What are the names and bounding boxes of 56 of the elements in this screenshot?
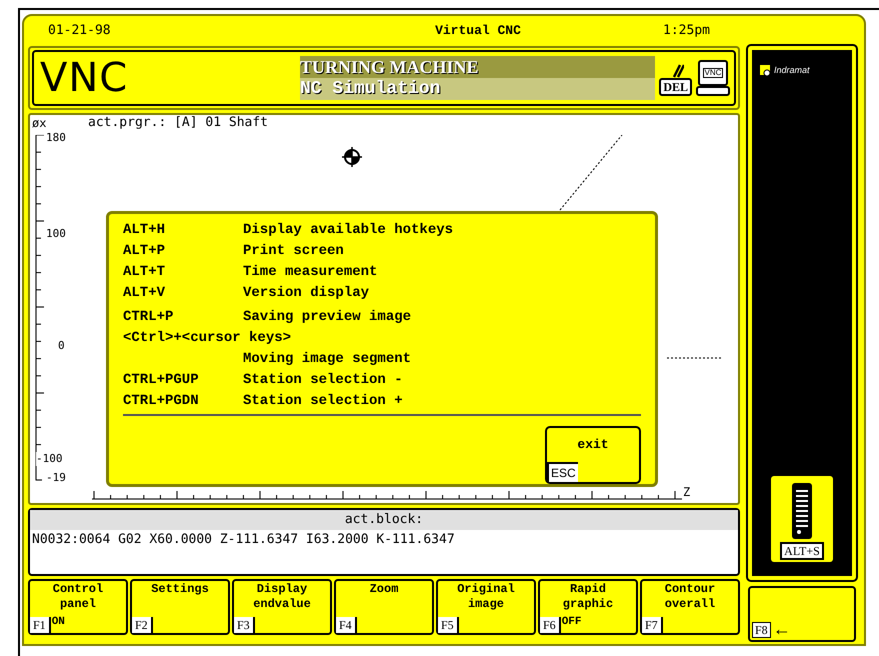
hotkey-text: CTRL+PGUP [123, 371, 200, 390]
hotkey-description: Station selection - [243, 371, 403, 390]
hotkey-text: CTRL+P [123, 308, 174, 327]
hotkey-text: ALT+P [123, 242, 166, 261]
hotkey-text: CTRL+PGDN [123, 392, 200, 411]
hotkey-description: Station selection + [243, 392, 403, 411]
function-key-button[interactable]: Zoom F4 [334, 579, 434, 635]
function-key-label: F2 [132, 617, 153, 633]
axis-label: øx [32, 115, 46, 131]
crosshair-target-icon [342, 147, 362, 167]
app-logo-text: VNC [40, 58, 130, 98]
remote-control-icon [791, 482, 813, 540]
esc-key-label: ESC [547, 462, 578, 482]
program-text: act.prgr.: [A] 01 Shaft [88, 115, 268, 131]
function-key-button[interactable]: Control panel F1 ON [28, 579, 128, 635]
monitor-label: VNC [702, 68, 724, 78]
hotkey-description: Time measurement [243, 263, 378, 282]
hotkey-description: Print screen [243, 242, 344, 261]
hotkey-text: ALT+T [123, 263, 166, 282]
function-key-label: F3 [234, 617, 255, 633]
left-arrow-icon: ← [772, 620, 791, 638]
function-key-label: F5 [438, 617, 459, 633]
window-title: Virtual CNC [434, 22, 522, 40]
f8-back-button[interactable]: F8 ← [748, 586, 856, 642]
block-title: act.block: [30, 510, 738, 530]
hotkey-description: Display available hotkeys [243, 221, 454, 240]
function-key-button[interactable]: Original image F5 [436, 579, 536, 635]
function-key-label: F6 [540, 617, 561, 633]
state-text: OFF [562, 617, 582, 628]
function-key-label: F4 [336, 617, 357, 633]
function-key-label: F7 [642, 617, 663, 633]
axis-tick-label: -100 [36, 452, 62, 466]
delete-key-button[interactable]: DEL [659, 78, 692, 96]
machine-type-text: TURNING MACHINE [300, 56, 655, 78]
date-text: 01-21-98 [48, 22, 112, 40]
function-key-button[interactable]: Settings F2 [130, 579, 230, 635]
alt-s-button[interactable]: ALT+S [780, 542, 824, 560]
function-key-button[interactable]: Rapid graphic F6 OFF [538, 579, 638, 635]
hotkey-text: ALT+H [123, 221, 166, 240]
hotkey-description: Moving image segment [243, 350, 412, 369]
hotkey-description: Saving preview image [243, 308, 412, 327]
hotkey-text: ALT+V [123, 284, 166, 303]
hotkey-text: <Ctrl>+<cursor keys> [123, 329, 292, 348]
brand-logo-icon [760, 64, 772, 77]
block-text: N0032:0064 G02 X60.0000 Z-111.6347 I63.2000 K-111.6347 [31, 531, 456, 549]
function-key-button[interactable]: Contour overall F7 [640, 579, 740, 635]
mode-text: NC Simulation [300, 78, 655, 100]
function-key-button[interactable]: Display endvalue F3 [232, 579, 332, 635]
exit-button[interactable]: exit ESC [545, 426, 641, 484]
state-text: ON [52, 617, 65, 628]
brand-name: Indramat [774, 64, 810, 77]
axis-label: Z [683, 485, 690, 499]
time-text: 1:25pm [663, 22, 710, 40]
f8-key-label: F8 [752, 622, 771, 638]
hotkey-description: Version display [243, 284, 370, 303]
function-key-label: F1 [30, 617, 51, 633]
